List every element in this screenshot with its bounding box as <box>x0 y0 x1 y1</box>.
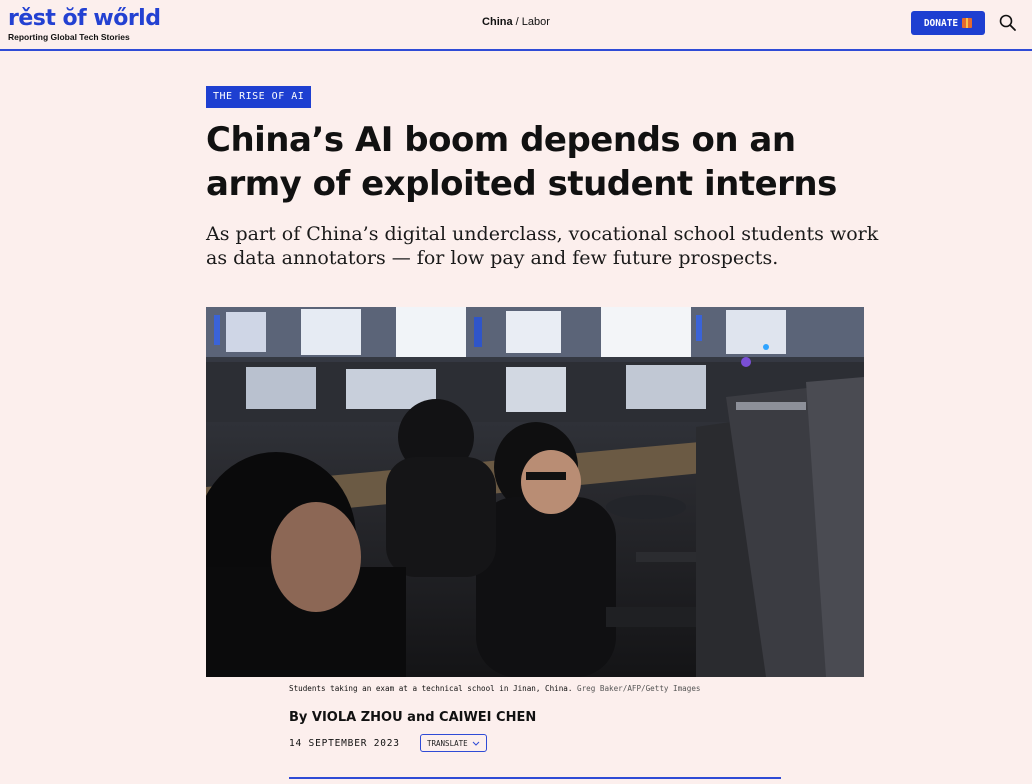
breadcrumb-category[interactable]: China <box>482 16 513 28</box>
hero-photo <box>206 307 864 677</box>
donate-label: DONATE <box>923 17 959 29</box>
photo-caption: Students taking an exam at a technical s… <box>289 684 889 693</box>
breadcrumb-subcategory[interactable]: Labor <box>522 16 550 28</box>
chevron-down-icon <box>472 741 479 746</box>
breadcrumb-separator: / <box>515 16 519 28</box>
article-byline: By VIOLA ZHOU and CAIWEI CHEN <box>289 710 537 725</box>
gift-icon <box>962 18 973 28</box>
translate-label: TRANSLATE <box>427 738 468 748</box>
breadcrumb: China / Labor <box>0 16 1032 28</box>
donate-button[interactable]: DONATE <box>911 11 985 35</box>
logo-tagline: Reporting Global Tech Stories <box>8 32 130 42</box>
search-icon[interactable] <box>998 13 1018 33</box>
article-headline: China’s AI boom depends on an army of ex… <box>206 120 837 204</box>
article-kicker-tag[interactable]: THE RISE OF AI <box>206 86 312 108</box>
caption-text: Students taking an exam at a technical s… <box>289 684 573 693</box>
hero-photo-illustration <box>206 307 864 677</box>
translate-button[interactable]: TRANSLATE <box>420 734 487 752</box>
publish-date: 14 SEPTEMBER 2023 <box>289 738 400 749</box>
photo-credit: Greg Baker/AFP/Getty Images <box>577 684 701 693</box>
site-header: rěst ŏf wőrld Reporting Global Tech Stor… <box>0 0 1032 51</box>
divider <box>289 777 781 779</box>
article-dek: As part of China’s digital underclass, v… <box>206 223 879 269</box>
